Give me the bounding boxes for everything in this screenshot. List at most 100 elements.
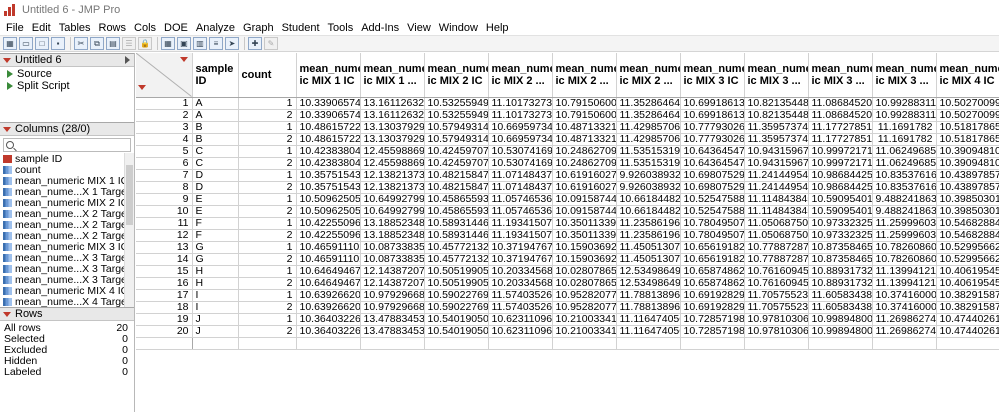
menu-window[interactable]: Window (435, 22, 482, 34)
table-cell[interactable]: 11.177278519 (808, 133, 873, 146)
table-cell[interactable]: 10.619160271 (552, 169, 617, 182)
table-cell[interactable]: 10.40619545 (936, 277, 999, 290)
table-cell[interactable]: 11.177278519 (808, 121, 873, 134)
table-script-item[interactable]: Split Script (0, 80, 134, 92)
table-cell[interactable]: 10.159036922 (552, 253, 617, 266)
table-cell[interactable]: 10.589314461 (424, 217, 489, 230)
table-cell[interactable]: 10.45865593 (424, 205, 489, 218)
table-cell[interactable]: 10.37194767 (488, 241, 553, 254)
column-header-menu-icon[interactable] (180, 57, 188, 62)
table-cell[interactable]: 10.590227699 (424, 289, 489, 302)
table-cell[interactable]: 11.429857063 (616, 133, 681, 146)
table-cell[interactable]: 10.77793026 (680, 121, 745, 134)
sample-id-cell[interactable]: H (192, 277, 239, 290)
table-cell[interactable]: 10.487133217 (552, 133, 617, 146)
table-cell[interactable]: 10.889317322 (808, 265, 873, 278)
open-icon[interactable]: ▭ (19, 37, 33, 50)
dashboard-icon[interactable]: ▣ (177, 37, 191, 50)
columns-panel-header[interactable]: Columns (28/0) (0, 122, 134, 136)
table-cell[interactable]: 10.540190506 (424, 325, 489, 338)
table-cell[interactable]: 10.978103065 (744, 325, 809, 338)
table-cell[interactable]: 10.979296684 (360, 289, 425, 302)
table-cell[interactable]: 10.505199051 (424, 265, 489, 278)
table-cell[interactable]: 11.139941216 (872, 277, 937, 290)
table-cell[interactable]: 10.505199051 (424, 277, 489, 290)
red-triangle-menu-icon[interactable] (3, 57, 11, 63)
table-cell[interactable]: 11.241449547 (744, 181, 809, 194)
menu-tables[interactable]: Tables (55, 22, 95, 34)
column-list-item[interactable]: mean_nume...X 2 Target 2 (0, 208, 134, 220)
table-cell[interactable]: 13.478834534 (360, 313, 425, 326)
paste-icon[interactable]: ▤ (106, 37, 120, 50)
table-cell[interactable]: 10.350113392 (552, 229, 617, 242)
table-cell[interactable]: 12.534986496 (616, 277, 681, 290)
table-cell[interactable]: 10.658748627 (680, 277, 745, 290)
table-cell[interactable]: 11.429857063 (616, 121, 681, 134)
table-row[interactable]: 9 E 1 10.509625053 10.649927998 10.45865593 11… (136, 193, 999, 206)
table-cell[interactable]: 10.623110962 (488, 325, 553, 338)
table-cell[interactable]: 10.364032269 (296, 325, 361, 338)
table-cell[interactable]: 12.14387207 (360, 277, 425, 290)
column-list-item[interactable]: mean_nume...X 2 Target 4 (0, 230, 134, 242)
table-cell[interactable]: 10.45865593 (424, 193, 489, 206)
count-cell[interactable]: 2 (238, 229, 297, 242)
table-cell[interactable]: 10.986844254 (808, 181, 873, 194)
table-row[interactable]: 16 H 2 10.646494675 12.14387207 10.505199051 1… (136, 277, 999, 290)
table-cell[interactable]: 10.978103065 (744, 313, 809, 326)
table-row[interactable]: 10 E 2 10.509625053 10.649927998 10.45865593 1… (136, 205, 999, 218)
table-cell[interactable]: 11.050687504 (744, 229, 809, 242)
table-cell[interactable]: 10.99288311 (872, 109, 937, 122)
table-cell[interactable]: 11.19341507 (488, 217, 553, 230)
sample-id-cell[interactable]: E (192, 193, 239, 206)
table-cell[interactable]: 10.518178654 (936, 121, 999, 134)
table-cell[interactable]: 10.546828842 (936, 229, 999, 242)
table-cell[interactable]: 11.450513077 (616, 253, 681, 266)
count-cell[interactable]: 2 (238, 109, 297, 122)
row-number[interactable]: 16 (136, 277, 193, 290)
count-cell[interactable]: 2 (238, 205, 297, 218)
column-list-item[interactable]: mean_nume...X 4 Target 7 (0, 296, 134, 307)
table-cell[interactable]: 11.574035263 (488, 301, 553, 314)
row-number[interactable]: 20 (136, 325, 193, 338)
table-cell[interactable]: 11.259996033 (872, 217, 937, 230)
table-cell[interactable]: 10.943159676 (744, 157, 809, 170)
count-cell[interactable]: 1 (238, 169, 297, 182)
table-cell[interactable]: 11.352864647 (616, 97, 681, 110)
table-cell[interactable]: 10.999721718 (808, 157, 873, 170)
row-number[interactable]: 10 (136, 205, 193, 218)
table-cell[interactable]: 10.502700996 (936, 97, 999, 110)
column-header-mean[interactable]: mean_numer ic MIX 2 ... (616, 53, 681, 98)
table-cell[interactable]: 13.188523483 (360, 217, 425, 230)
table-cell[interactable]: 10.24862709 (552, 145, 617, 158)
table-cell[interactable]: 11.1691782 (872, 121, 937, 134)
table-cell[interactable]: 10.691928291 (680, 301, 745, 314)
table-cell[interactable]: 10.087338352 (360, 241, 425, 254)
count-cell[interactable]: 2 (238, 325, 297, 338)
column-header-mean[interactable]: mean_numer ic MIX 3 ... (744, 53, 809, 98)
table-cell[interactable]: 11.139941216 (872, 265, 937, 278)
table-cell[interactable]: 10.649927998 (360, 205, 425, 218)
table-cell[interactable]: 10.390948105 (936, 145, 999, 158)
table-cell[interactable]: 10.643645477 (680, 145, 745, 158)
table-cell[interactable]: 11.605834389 (808, 289, 873, 302)
table-cell[interactable]: 12.455988693 (360, 145, 425, 158)
table-cell[interactable]: 10.438978577 (936, 181, 999, 194)
table-cell[interactable]: 9.9260389328 (616, 181, 681, 194)
table-cell[interactable]: 10.778872871 (744, 241, 809, 254)
row-number[interactable]: 14 (136, 253, 193, 266)
column-header-count[interactable]: count (238, 53, 297, 98)
table-cell[interactable]: 10.457721329 (424, 253, 489, 266)
sample-id-cell[interactable]: J (192, 313, 239, 326)
row-header-menu-icon[interactable] (138, 85, 146, 90)
table-cell[interactable]: 10.639266205 (296, 289, 361, 302)
table-row[interactable]: 20 J 2 10.364032269 13.478834534 10.540190506… (136, 325, 999, 338)
save-icon[interactable]: ▪ (51, 37, 65, 50)
table-cell[interactable]: 10.502700996 (936, 109, 999, 122)
red-triangle-menu-icon[interactable] (3, 126, 11, 132)
table-cell[interactable]: 10.643645477 (680, 157, 745, 170)
table-cell[interactable]: 10.487133217 (552, 121, 617, 134)
column-list-item[interactable]: mean_numeric MIX 1 IC (0, 175, 134, 187)
table-cell[interactable]: 10.091587448 (552, 205, 617, 218)
column-header-mean[interactable]: mean_numer ic MIX 3 IC (680, 53, 745, 98)
column-list-item[interactable]: mean_numeric MIX 4 IC (0, 285, 134, 297)
